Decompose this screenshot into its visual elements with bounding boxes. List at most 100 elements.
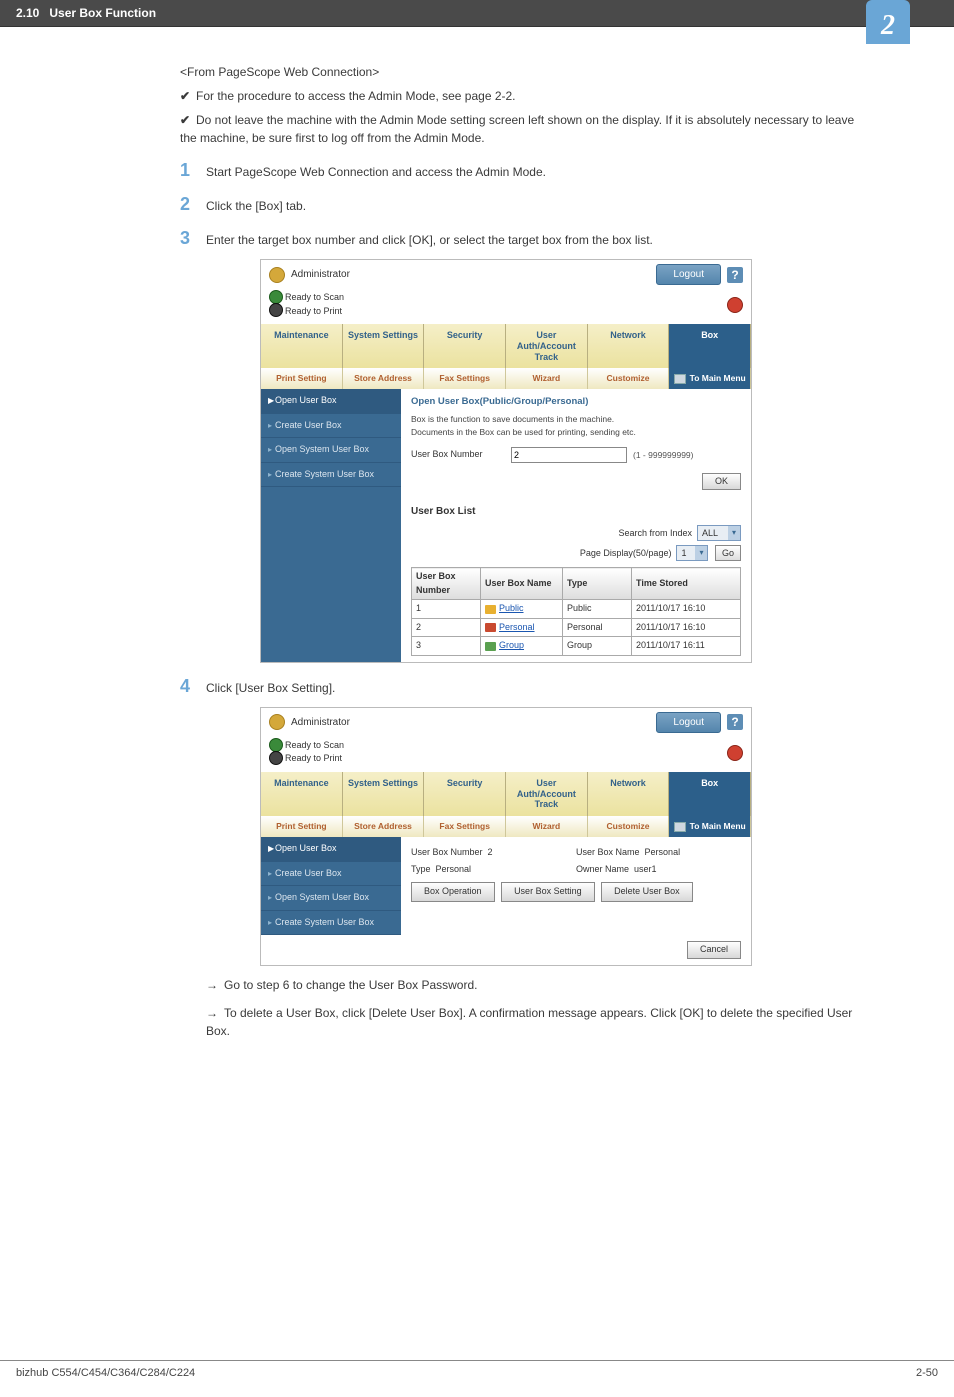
tab-maintenance[interactable]: Maintenance: [261, 324, 343, 368]
subtab-wizard[interactable]: Wizard: [506, 816, 588, 837]
tab-user-auth[interactable]: User Auth/Account Track: [506, 772, 588, 816]
step-3-text: Enter the target box number and click [O…: [206, 229, 864, 249]
tab-network[interactable]: Network: [588, 324, 670, 368]
step-number: 4: [180, 677, 206, 697]
sidebar-item-create-system-user-box[interactable]: ▸Create System User Box: [261, 463, 401, 488]
help-icon[interactable]: ?: [727, 267, 743, 283]
subtab-wizard[interactable]: Wizard: [506, 368, 588, 389]
scan-status-icon: [269, 290, 283, 304]
step-2-text: Click the [Box] tab.: [206, 195, 864, 215]
table-row: 3 Group Group 2011/10/17 16:11: [412, 637, 741, 656]
dropdown-icon: ▾: [728, 526, 740, 540]
sidebar-item-open-user-box[interactable]: ▶Open User Box: [261, 837, 401, 862]
arrow-icon: ▸: [268, 444, 272, 456]
footer-model: bizhub C554/C454/C364/C284/C224: [16, 1367, 195, 1379]
sidebar-item-open-user-box[interactable]: ▶Open User Box: [261, 389, 401, 414]
arrow-icon: ▸: [268, 868, 272, 880]
label-owner-name: Owner Name: [576, 864, 629, 874]
sidebar-item-create-user-box[interactable]: ▸Create User Box: [261, 862, 401, 887]
screenshot-1: Administrator Logout ? Ready to Scan Rea…: [260, 259, 752, 663]
admin-icon: [269, 714, 285, 730]
folder-group-icon: [485, 642, 496, 651]
arrow-icon: ▸: [268, 420, 272, 432]
subtab-customize[interactable]: Customize: [588, 368, 670, 389]
box-link-group[interactable]: Group: [499, 640, 524, 650]
page-header-bar: 2.10 User Box Function: [0, 0, 954, 27]
sidebar-label: Open System User Box: [275, 892, 369, 902]
admin-icon: [269, 267, 285, 283]
delete-user-box-button[interactable]: Delete User Box: [601, 882, 693, 902]
chapter-number-badge: 2: [866, 0, 910, 44]
tab-box[interactable]: Box: [669, 324, 751, 368]
box-link-personal[interactable]: Personal: [499, 622, 535, 632]
go-button[interactable]: Go: [715, 545, 741, 561]
help-icon[interactable]: ?: [727, 714, 743, 730]
footer-page: 2-50: [916, 1367, 938, 1379]
subtab-to-main-menu[interactable]: To Main Menu: [669, 816, 751, 837]
sidebar-label: Create User Box: [275, 420, 342, 430]
th-name: User Box Name: [481, 568, 563, 600]
tab-system-settings[interactable]: System Settings: [343, 772, 425, 816]
panel-heading: Open User Box(Public/Group/Personal): [411, 395, 741, 409]
to-main-menu-label: To Main Menu: [690, 820, 746, 833]
select-value: ALL: [702, 528, 718, 538]
tab-user-auth[interactable]: User Auth/Account Track: [506, 324, 588, 368]
subtab-print-setting[interactable]: Print Setting: [261, 816, 343, 837]
box-operation-button[interactable]: Box Operation: [411, 882, 495, 902]
arrow-icon: →: [206, 1006, 218, 1020]
tab-box[interactable]: Box: [669, 772, 751, 816]
box-link-public[interactable]: Public: [499, 603, 524, 613]
cancel-button[interactable]: Cancel: [687, 941, 741, 959]
status-scan: Ready to Scan: [285, 291, 741, 305]
sub-tabs: Print Setting Store Address Fax Settings…: [261, 816, 751, 837]
user-box-list-heading: User Box List: [411, 504, 741, 519]
subtab-store-address[interactable]: Store Address: [343, 816, 425, 837]
subtab-customize[interactable]: Customize: [588, 816, 670, 837]
arrow-icon: ▸: [268, 469, 272, 481]
subtab-to-main-menu[interactable]: To Main Menu: [669, 368, 751, 389]
scan-status-icon: [269, 738, 283, 752]
status-print: Ready to Print: [285, 305, 741, 319]
refresh-icon[interactable]: [727, 745, 743, 761]
sidebar-item-create-system-user-box[interactable]: ▸Create System User Box: [261, 911, 401, 936]
substep-b: To delete a User Box, click [Delete User…: [206, 1006, 852, 1038]
step-number: 2: [180, 195, 206, 215]
cell-number: 2: [412, 618, 481, 637]
sidebar-item-open-system-user-box[interactable]: ▸Open System User Box: [261, 886, 401, 911]
sub-tabs: Print Setting Store Address Fax Settings…: [261, 368, 751, 389]
search-index-select[interactable]: ALL ▾: [697, 525, 741, 541]
subtab-fax-settings[interactable]: Fax Settings: [424, 816, 506, 837]
cell-time: 2011/10/17 16:11: [632, 637, 741, 656]
subtab-print-setting[interactable]: Print Setting: [261, 368, 343, 389]
subtab-store-address[interactable]: Store Address: [343, 368, 425, 389]
label-user-box-number: User Box Number: [411, 847, 483, 857]
th-type: Type: [563, 568, 632, 600]
logout-button[interactable]: Logout: [656, 264, 721, 285]
tab-maintenance[interactable]: Maintenance: [261, 772, 343, 816]
arrow-icon: →: [206, 978, 218, 992]
sidebar: ▶Open User Box ▸Create User Box ▸Open Sy…: [261, 837, 401, 935]
tab-network[interactable]: Network: [588, 772, 670, 816]
user-box-table: User Box Number User Box Name Type Time …: [411, 567, 741, 656]
tab-security[interactable]: Security: [424, 324, 506, 368]
sidebar-item-open-system-user-box[interactable]: ▸Open System User Box: [261, 438, 401, 463]
ok-button[interactable]: OK: [702, 473, 741, 491]
substep-a: Go to step 6 to change the User Box Pass…: [224, 978, 477, 992]
tab-system-settings[interactable]: System Settings: [343, 324, 425, 368]
page-display-select[interactable]: 1▾: [676, 545, 708, 561]
th-time: Time Stored: [632, 568, 741, 600]
intro-bullet-1: Do not leave the machine with the Admin …: [180, 113, 854, 145]
cell-number: 3: [412, 637, 481, 656]
subtab-fax-settings[interactable]: Fax Settings: [424, 368, 506, 389]
user-box-setting-button[interactable]: User Box Setting: [501, 882, 595, 902]
sidebar-label: Create System User Box: [275, 469, 374, 479]
step-1-text: Start PageScope Web Connection and acces…: [206, 161, 864, 181]
user-box-number-input[interactable]: [511, 447, 627, 463]
sidebar-item-create-user-box[interactable]: ▸Create User Box: [261, 414, 401, 439]
section-number: 2.10: [16, 6, 39, 20]
logout-button[interactable]: Logout: [656, 712, 721, 733]
cell-type: Personal: [563, 618, 632, 637]
sidebar-label: Open User Box: [275, 843, 337, 853]
refresh-icon[interactable]: [727, 297, 743, 313]
tab-security[interactable]: Security: [424, 772, 506, 816]
